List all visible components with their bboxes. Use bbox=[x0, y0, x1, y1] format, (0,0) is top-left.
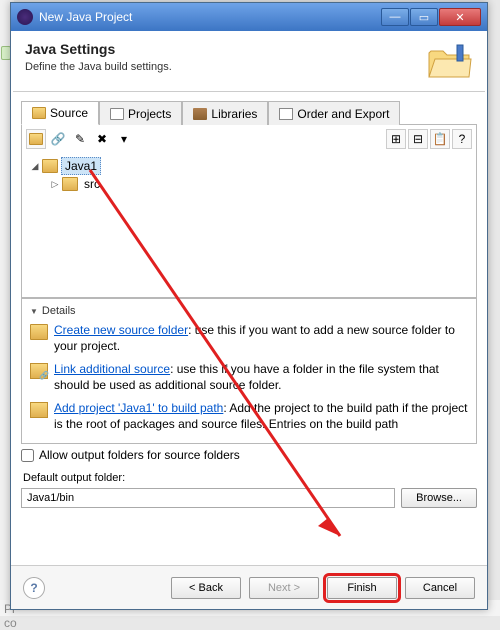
details-heading[interactable]: Details bbox=[30, 305, 468, 317]
details-panel: Details Create new source folder: use th… bbox=[21, 298, 477, 444]
maximize-button[interactable]: ▭ bbox=[410, 8, 438, 26]
projects-icon bbox=[110, 108, 124, 120]
link-source-icon: 🔗 bbox=[30, 363, 48, 379]
source-folder-icon bbox=[32, 107, 46, 119]
wizard-header: Java Settings Define the Java build sett… bbox=[11, 31, 487, 91]
dialog-window: New Java Project — ▭ ✕ Java Settings Def… bbox=[10, 2, 488, 610]
collapse-all-button[interactable]: ⊟ bbox=[408, 129, 428, 149]
default-output-label: Default output folder: bbox=[23, 472, 475, 484]
browse-button[interactable]: Browse... bbox=[401, 488, 477, 508]
order-export-icon bbox=[279, 108, 293, 120]
tab-source[interactable]: Source bbox=[21, 101, 99, 125]
help-button[interactable]: ? bbox=[23, 577, 45, 599]
source-folder-icon bbox=[30, 324, 48, 340]
link-add-project-buildpath[interactable]: Add project 'Java1' to build path bbox=[54, 401, 223, 415]
tab-projects[interactable]: Projects bbox=[99, 101, 182, 125]
source-folder-icon bbox=[62, 177, 78, 191]
link-source-button[interactable]: 🔗 bbox=[48, 129, 68, 149]
allow-output-row: Allow output folders for source folders bbox=[21, 448, 477, 462]
allow-output-label: Allow output folders for source folders bbox=[39, 448, 240, 462]
edit-button[interactable]: ✎ bbox=[70, 129, 90, 149]
project-icon bbox=[42, 159, 58, 173]
help-toolbar-button[interactable]: ? bbox=[452, 129, 472, 149]
folder-wizard-icon bbox=[425, 41, 473, 81]
source-folder-icon bbox=[29, 133, 43, 145]
detail-add-project: Add project 'Java1' to build path: Add t… bbox=[54, 401, 468, 432]
tab-order-export[interactable]: Order and Export bbox=[268, 101, 400, 125]
link-additional-source[interactable]: Link additional source bbox=[54, 362, 170, 376]
detail-link-source: Link additional source: use this if you … bbox=[54, 362, 468, 393]
titlebar[interactable]: New Java Project — ▭ ✕ bbox=[11, 3, 487, 31]
page-subtitle: Define the Java build settings. bbox=[25, 61, 425, 73]
tree-expand-icon[interactable]: ▷ bbox=[48, 179, 62, 190]
show-button[interactable]: 📋 bbox=[430, 129, 450, 149]
tab-bar: Source Projects Libraries Order and Expo… bbox=[21, 100, 477, 125]
add-project-icon bbox=[30, 402, 48, 418]
finish-button[interactable]: Finish bbox=[327, 577, 397, 599]
tree-project-label[interactable]: Java1 bbox=[61, 157, 101, 175]
dialog-footer: ? < Back Next > Finish Cancel bbox=[11, 565, 487, 609]
libraries-icon bbox=[193, 108, 207, 120]
default-output-input[interactable] bbox=[21, 488, 395, 508]
source-toolbar: 🔗 ✎ ✖ ▾ ⊞ ⊟ 📋 ? bbox=[21, 125, 477, 153]
add-folder-button[interactable] bbox=[26, 129, 46, 149]
next-button[interactable]: Next > bbox=[249, 577, 319, 599]
minimize-button[interactable]: — bbox=[381, 8, 409, 26]
toggle-button[interactable]: ▾ bbox=[114, 129, 134, 149]
eclipse-icon bbox=[17, 9, 33, 25]
detail-create-source: Create new source folder: use this if yo… bbox=[54, 323, 468, 354]
tab-folder: Source Projects Libraries Order and Expo… bbox=[21, 100, 477, 444]
close-button[interactable]: ✕ bbox=[439, 8, 481, 26]
source-tree[interactable]: ◢ Java1 ▷ src bbox=[21, 153, 477, 298]
cancel-button[interactable]: Cancel bbox=[405, 577, 475, 599]
remove-button[interactable]: ✖ bbox=[92, 129, 112, 149]
tab-libraries[interactable]: Libraries bbox=[182, 101, 268, 125]
back-button[interactable]: < Back bbox=[171, 577, 241, 599]
expand-all-button[interactable]: ⊞ bbox=[386, 129, 406, 149]
tree-collapse-icon[interactable]: ◢ bbox=[28, 161, 42, 172]
allow-output-checkbox[interactable] bbox=[21, 449, 34, 462]
page-title: Java Settings bbox=[25, 41, 425, 57]
tree-src-label[interactable]: src bbox=[81, 176, 103, 192]
link-create-source-folder[interactable]: Create new source folder bbox=[54, 323, 188, 337]
window-title: New Java Project bbox=[39, 10, 381, 24]
